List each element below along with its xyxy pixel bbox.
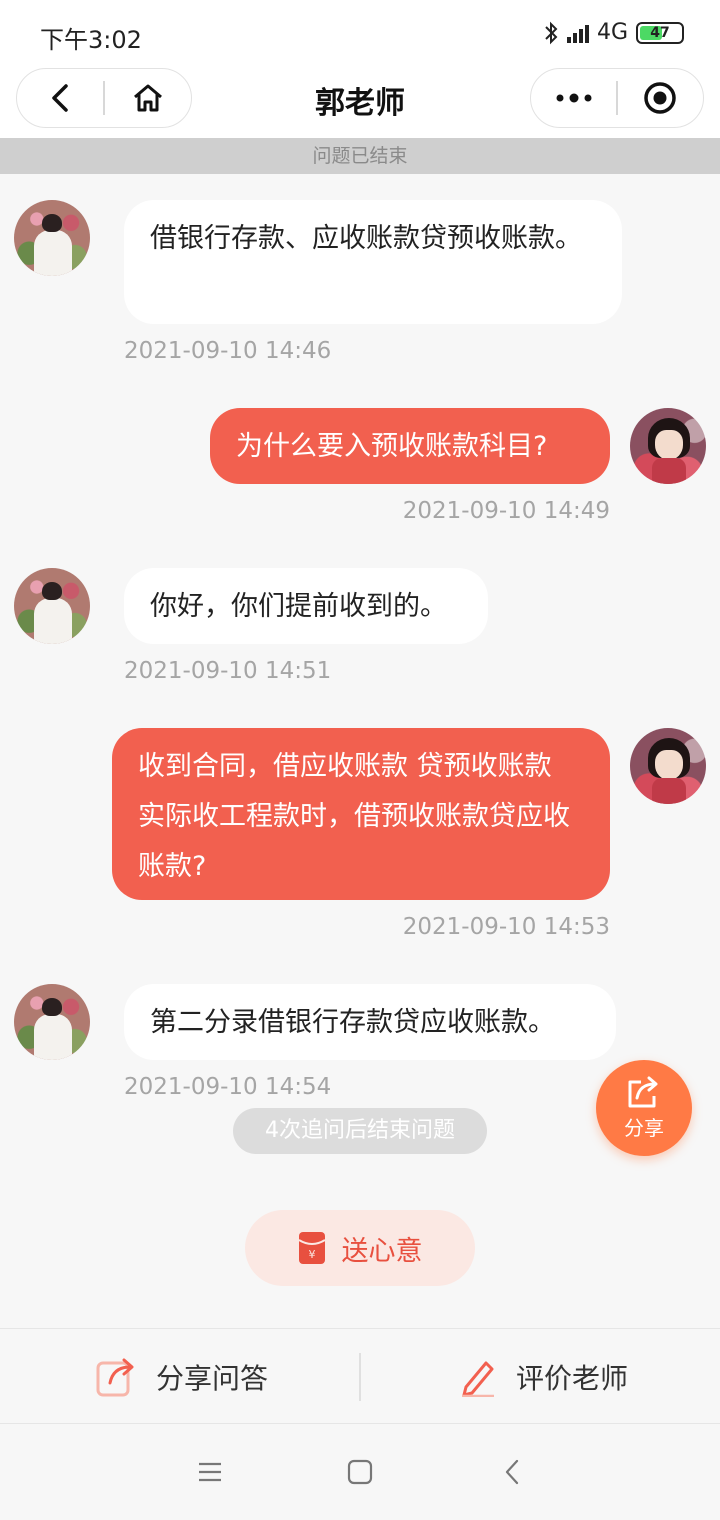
share-qa-button[interactable]: 分享问答 (96, 1329, 268, 1425)
battery-icon: 47 (636, 21, 684, 44)
message-timestamp: 2021-09-10 14:53 (402, 914, 610, 940)
followup-tip: 4次追问后结束问题 (233, 1108, 487, 1154)
status-time: 下午3:02 (40, 26, 142, 54)
share-fab-button[interactable]: 分享 (596, 1060, 692, 1156)
menu-icon (199, 1462, 221, 1482)
question-ended-banner: 问题已结束 (0, 138, 720, 174)
target-close-icon (644, 82, 677, 114)
more-dots-icon (556, 93, 592, 103)
message-timestamp: 2021-09-10 14:46 (124, 338, 332, 364)
square-icon (347, 1459, 373, 1485)
share-icon (628, 1076, 658, 1107)
chevron-left-icon (505, 1459, 519, 1485)
send-gift-button[interactable]: ¥ 送心意 (245, 1210, 475, 1286)
message-timestamp: 2021-09-10 14:54 (124, 1074, 332, 1100)
action-bar: 分享问答 评价老师 (0, 1328, 720, 1424)
user-avatar[interactable] (630, 728, 706, 804)
message-timestamp: 2021-09-10 14:51 (124, 658, 332, 684)
message-bubble: 第二分录借银行存款贷应收账款。 (124, 984, 616, 1060)
message-timestamp: 2021-09-10 14:49 (402, 498, 610, 524)
share-fab-label: 分享 (624, 1115, 664, 1140)
nav-bar: 郭老师 (0, 66, 720, 138)
teacher-avatar[interactable] (14, 984, 90, 1060)
system-home-button[interactable] (340, 1452, 380, 1492)
recents-button[interactable] (190, 1452, 230, 1492)
close-miniprogram-button[interactable] (618, 69, 703, 127)
share-qa-label: 分享问答 (156, 1362, 269, 1395)
message-bubble: 你好，你们提前收到的。 (124, 568, 488, 644)
network-label: 4G (596, 20, 628, 45)
message-bubble: 为什么要入预收账款科目? (210, 408, 610, 484)
system-back-button[interactable] (492, 1452, 532, 1492)
share-qa-icon (96, 1358, 134, 1397)
rate-teacher-label: 评价老师 (516, 1362, 629, 1395)
svg-text:¥: ¥ (308, 1248, 315, 1261)
status-bar: 下午3:02 4G 47 (0, 0, 720, 66)
nav-capsule-right (530, 68, 704, 128)
teacher-avatar[interactable] (14, 568, 90, 644)
user-avatar[interactable] (630, 408, 706, 484)
rate-teacher-button[interactable]: 评价老师 (458, 1329, 628, 1425)
signal-icon (566, 23, 589, 43)
system-nav-bar (0, 1424, 720, 1520)
message-bubble: 借银行存款、应收账款贷预收账款。 (124, 200, 622, 324)
teacher-avatar[interactable] (14, 200, 90, 276)
status-icons: 4G 47 (543, 20, 684, 45)
send-gift-label: 送心意 (341, 1235, 423, 1267)
bluetooth-icon (545, 21, 558, 44)
more-button[interactable] (531, 69, 616, 127)
red-envelope-icon: ¥ (297, 1232, 326, 1264)
pencil-icon (462, 1361, 494, 1397)
message-bubble: 收到合同，借应收账款 贷预收账款 实际收工程款时，借预收账款贷应收账款? (112, 728, 610, 900)
